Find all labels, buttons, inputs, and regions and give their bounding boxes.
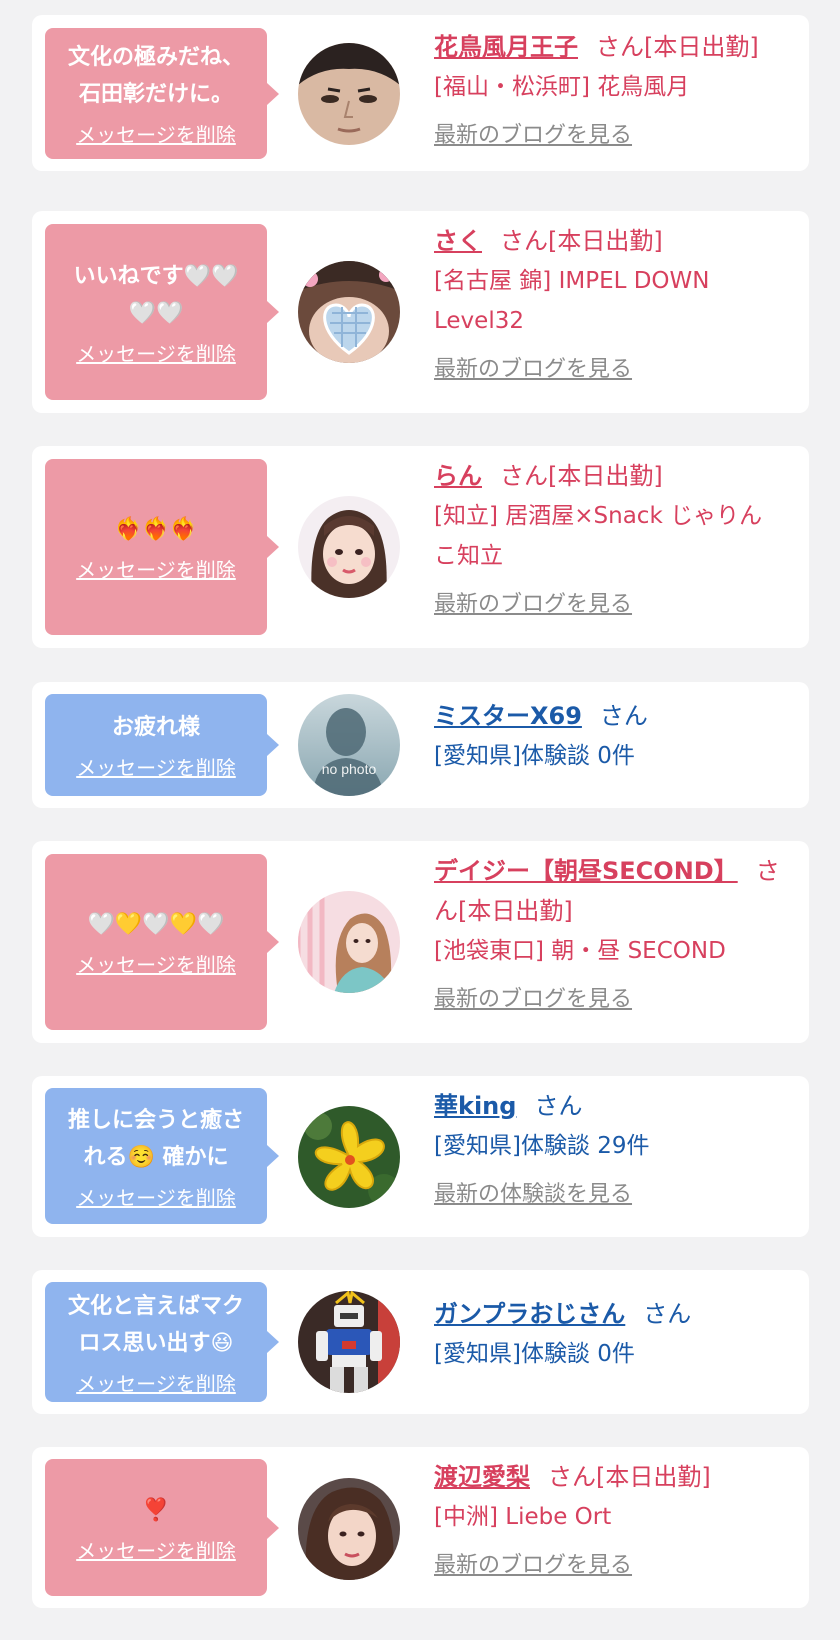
sender-name-line: デイジー【朝昼SECOND】 さん[本日出勤] <box>434 851 799 931</box>
message-bubble: お疲れ様 メッセージを削除 <box>45 694 279 796</box>
message-card: 文化の極みだね、 石田彰だけに。 メッセージを削除 花鳥風月王子 さん[本日出勤]… <box>32 15 809 171</box>
avatar[interactable] <box>298 1106 400 1208</box>
sender-suffix: さん[本日出勤] <box>548 1463 711 1491</box>
delete-message-link[interactable]: メッセージを削除 <box>76 752 236 781</box>
message-card: ❤️‍🔥❤️‍🔥❤️‍🔥 メッセージを削除 らん さん[本日出勤] [知立] 居酒… <box>32 446 809 648</box>
sender-info: 花鳥風月王子 さん[本日出勤] [福山・松浜町] 花鳥風月 最新のブログを見る <box>434 27 799 149</box>
sender-name-line: 花鳥風月王子 さん[本日出勤] <box>434 27 799 67</box>
message-card: 🤍💛🤍💛🤍 メッセージを削除 デイジー【朝昼SECOND】 さん[本日出勤] [池… <box>32 841 809 1043</box>
sender-suffix: さん <box>534 1092 583 1120</box>
delete-message-link[interactable]: メッセージを削除 <box>76 1182 236 1211</box>
sender-name-link[interactable]: 花鳥風月王子 <box>434 33 578 61</box>
sender-name-line: ガンプラおじさん さん <box>434 1294 799 1334</box>
avatar[interactable] <box>298 891 400 993</box>
no-photo-label: no photo <box>322 761 377 777</box>
message-card: ❣️ メッセージを削除 渡辺愛梨 さん[本日出勤] [中洲] Liebe Ort … <box>32 1447 809 1608</box>
message-text: 🤍💛🤍💛🤍 <box>87 912 225 937</box>
sender-suffix: さん <box>643 1300 692 1328</box>
message-text: 文化と言えばマク ロス思い出す😆 <box>67 1293 244 1356</box>
sender-suffix: さん[本日出勤] <box>596 33 759 61</box>
latest-blog-link[interactable]: 最新のブログを見る <box>434 117 632 149</box>
message-bubble: 文化と言えばマク ロス思い出す😆 メッセージを削除 <box>45 1282 279 1402</box>
latest-blog-link[interactable]: 最新のブログを見る <box>434 1547 632 1579</box>
message-bubble: いいねです🤍🤍 🤍🤍 メッセージを削除 <box>45 224 279 400</box>
sender-name-line: さく さん[本日出勤] <box>434 221 799 261</box>
message-text: 推しに会うと癒さ れる☺️ 確かに <box>67 1107 244 1170</box>
message-text: 文化の極みだね、 石田彰だけに。 <box>67 45 244 107</box>
message-bubble: 文化の極みだね、 石田彰だけに。 メッセージを削除 <box>45 28 279 159</box>
sender-suffix: さん[本日出勤] <box>500 227 663 255</box>
review-count: [愛知県]体験談 0件 <box>434 1341 635 1367</box>
message-bubble: ❤️‍🔥❤️‍🔥❤️‍🔥 メッセージを削除 <box>45 459 279 635</box>
message-text: お疲れ様 <box>111 715 200 740</box>
message-bubble: ❣️ メッセージを削除 <box>45 1459 279 1596</box>
delete-message-link[interactable]: メッセージを削除 <box>76 554 236 583</box>
sender-name-link[interactable]: らん <box>434 462 482 490</box>
avatar[interactable] <box>298 261 400 363</box>
review-count: [愛知県]体験談 29件 <box>434 1133 650 1159</box>
delete-message-link[interactable]: メッセージを削除 <box>76 949 236 978</box>
shop-info: [名古屋 錦] IMPEL DOWN Level32 <box>434 268 710 334</box>
sender-name-link[interactable]: ミスターX69 <box>434 702 582 730</box>
sender-name-link[interactable]: デイジー【朝昼SECOND】 <box>434 857 738 885</box>
message-bubble: 推しに会うと癒さ れる☺️ 確かに メッセージを削除 <box>45 1088 279 1224</box>
shop-info: [福山・松浜町] 花鳥風月 <box>434 74 690 100</box>
review-count: [愛知県]体験談 0件 <box>434 743 635 769</box>
delete-message-link[interactable]: メッセージを削除 <box>76 119 236 148</box>
sender-name-link[interactable]: ガンプラおじさん <box>434 1300 625 1328</box>
message-card: 推しに会うと癒さ れる☺️ 確かに メッセージを削除 華king さん [愛知県]… <box>32 1076 809 1237</box>
delete-message-link[interactable]: メッセージを削除 <box>76 1535 236 1564</box>
sender-info: ミスターX69 さん [愛知県]体験談 0件 <box>434 696 799 776</box>
sender-suffix: さん <box>599 702 648 730</box>
sender-name-line: ミスターX69 さん <box>434 696 799 736</box>
delete-message-link[interactable]: メッセージを削除 <box>76 338 236 367</box>
shop-info: [中洲] Liebe Ort <box>434 1504 612 1530</box>
message-text: ❤️‍🔥❤️‍🔥❤️‍🔥 <box>114 517 198 542</box>
sender-name-line: らん さん[本日出勤] <box>434 456 799 496</box>
sender-info: さく さん[本日出勤] [名古屋 錦] IMPEL DOWN Level32 最新… <box>434 221 799 383</box>
latest-blog-link[interactable]: 最新のブログを見る <box>434 351 632 383</box>
avatar[interactable]: no photo <box>298 694 400 796</box>
sender-name-link[interactable]: さく <box>434 227 482 255</box>
sender-info: 渡辺愛梨 さん[本日出勤] [中洲] Liebe Ort 最新のブログを見る <box>434 1457 799 1579</box>
message-bubble: 🤍💛🤍💛🤍 メッセージを削除 <box>45 854 279 1030</box>
message-text: いいねです🤍🤍 🤍🤍 <box>73 263 239 326</box>
sender-info: デイジー【朝昼SECOND】 さん[本日出勤] [池袋東口] 朝・昼 SECOND… <box>434 851 799 1013</box>
avatar[interactable] <box>298 1478 400 1580</box>
sender-name-line: 渡辺愛梨 さん[本日出勤] <box>434 1457 799 1497</box>
avatar[interactable] <box>298 1291 400 1393</box>
sender-info: らん さん[本日出勤] [知立] 居酒屋×Snack じゃりん こ知立 最新のブロ… <box>434 456 799 618</box>
delete-message-link[interactable]: メッセージを削除 <box>76 1368 236 1397</box>
message-card: いいねです🤍🤍 🤍🤍 メッセージを削除 さく さん[本日出勤] [名古屋 錦] I… <box>32 211 809 413</box>
latest-blog-link[interactable]: 最新のブログを見る <box>434 981 632 1013</box>
sender-info: 華king さん [愛知県]体験談 29件 最新の体験談を見る <box>434 1086 799 1208</box>
message-card: お疲れ様 メッセージを削除 no photo ミスターX69 さん [愛知県]体験… <box>32 682 809 808</box>
message-card: 文化と言えばマク ロス思い出す😆 メッセージを削除 ガンプラおじさん さん [愛知… <box>32 1270 809 1414</box>
sender-name-line: 華king さん <box>434 1086 799 1126</box>
avatar[interactable] <box>298 43 400 145</box>
sender-name-link[interactable]: 華king <box>434 1092 516 1120</box>
shop-info: [池袋東口] 朝・昼 SECOND <box>434 938 726 964</box>
shop-info: [知立] 居酒屋×Snack じゃりん こ知立 <box>434 503 763 569</box>
latest-review-link[interactable]: 最新の体験談を見る <box>434 1176 632 1208</box>
message-text: ❣️ <box>142 1497 170 1523</box>
sender-info: ガンプラおじさん さん [愛知県]体験談 0件 <box>434 1294 799 1374</box>
sender-name-link[interactable]: 渡辺愛梨 <box>434 1463 530 1491</box>
avatar[interactable] <box>298 496 400 598</box>
latest-blog-link[interactable]: 最新のブログを見る <box>434 586 632 618</box>
sender-suffix: さん[本日出勤] <box>500 462 663 490</box>
